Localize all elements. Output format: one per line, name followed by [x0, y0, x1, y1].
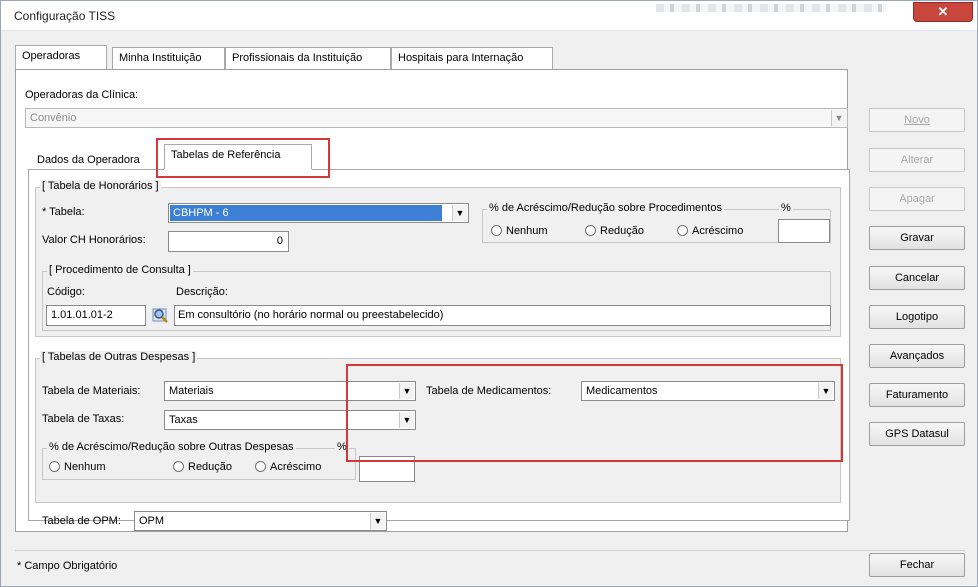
- valor-ch-input[interactable]: 0: [168, 231, 289, 252]
- apagar-button-label: Apagar: [899, 193, 935, 205]
- gps-datasul-button[interactable]: GPS Datasul: [869, 422, 965, 446]
- percent-outras-input[interactable]: [359, 456, 415, 482]
- fechar-button[interactable]: Fechar: [869, 553, 965, 577]
- medicamentos-value: Medicamentos: [586, 385, 658, 397]
- chevron-down-icon[interactable]: ▼: [831, 110, 846, 126]
- chevron-down-icon[interactable]: ▼: [370, 513, 385, 529]
- title-bar: Configuração TISS ✕: [1, 1, 977, 31]
- fechar-button-label: Fechar: [899, 559, 935, 571]
- operadoras-select[interactable]: Convênio ▼: [25, 108, 848, 128]
- codigo-label: Código:: [47, 286, 85, 298]
- window-title: Configuração TISS: [14, 9, 116, 23]
- radio-icon: [255, 461, 266, 472]
- percent-procedimentos-input[interactable]: [778, 219, 830, 243]
- radio-nenhum[interactable]: Nenhum: [491, 225, 548, 237]
- tabela-honorarios-select[interactable]: CBHPM - 6 ▼: [168, 203, 469, 223]
- tabela-label: * Tabela:: [42, 206, 85, 218]
- radio-outras-nenhum-label: Nenhum: [64, 461, 106, 473]
- tab-hospitais[interactable]: Hospitais para Internação: [391, 47, 553, 69]
- radio-icon: [677, 225, 688, 236]
- medicamentos-label: Tabela de Medicamentos:: [426, 385, 552, 397]
- radio-acrescimo-label: Acréscimo: [692, 225, 744, 237]
- avancados-button[interactable]: Avançados: [869, 344, 965, 368]
- radio-outras-reducao-label: Redução: [188, 461, 233, 473]
- tab-operadoras[interactable]: Operadoras: [15, 45, 107, 70]
- apagar-button[interactable]: Apagar: [869, 187, 965, 211]
- taxas-label: Tabela de Taxas:: [42, 413, 125, 425]
- status-bar: [15, 550, 965, 580]
- radio-nenhum-label: Nenhum: [506, 225, 548, 237]
- descricao-label: Descrição:: [176, 286, 228, 298]
- sub-panel-top-border-right: [312, 169, 850, 170]
- materiais-select[interactable]: Materiais ▼: [164, 381, 416, 401]
- novo-button[interactable]: Novo: [869, 108, 965, 132]
- radio-outras-acrescimo-label: Acréscimo: [270, 461, 322, 473]
- background-window-strip: [656, 4, 886, 12]
- percent-outras-symbol: %: [335, 441, 349, 453]
- operadoras-label: Operadoras da Clínica:: [25, 89, 139, 101]
- faturamento-button[interactable]: Faturamento: [869, 383, 965, 407]
- novo-button-label: Novo: [904, 114, 930, 126]
- operadoras-select-value: Convênio: [30, 112, 77, 124]
- radio-icon: [173, 461, 184, 472]
- logotipo-button[interactable]: Logotipo: [869, 305, 965, 329]
- gps-datasul-button-label: GPS Datasul: [885, 428, 949, 440]
- alterar-button-label: Alterar: [900, 154, 934, 166]
- chevron-down-icon[interactable]: ▼: [399, 412, 414, 428]
- chevron-down-icon[interactable]: ▼: [399, 383, 414, 399]
- config-window: Configuração TISS ✕ Operadoras Minha Ins…: [0, 0, 978, 587]
- descricao-input[interactable]: Em consultório (no horário normal ou pre…: [174, 305, 831, 326]
- percent-procedimentos-symbol: %: [779, 202, 793, 214]
- radio-icon: [49, 461, 60, 472]
- tab-profissionais[interactable]: Profissionais da Instituição: [225, 47, 391, 69]
- avancados-button-label: Avançados: [889, 350, 945, 362]
- outras-despesas-group: [ Tabelas de Outras Despesas ]: [35, 351, 841, 503]
- cancelar-button[interactable]: Cancelar: [869, 266, 965, 290]
- logotipo-button-label: Logotipo: [895, 311, 939, 323]
- radio-reducao-label: Redução: [600, 225, 645, 237]
- valor-ch-label: Valor CH Honorários:: [42, 234, 146, 246]
- alterar-button[interactable]: Alterar: [869, 148, 965, 172]
- radio-outras-nenhum[interactable]: Nenhum: [49, 461, 106, 473]
- percent-procedimentos-title: % de Acréscimo/Redução sobre Procediment…: [487, 202, 724, 214]
- percent-outras-title: % de Acréscimo/Redução sobre Outras Desp…: [47, 441, 296, 453]
- radio-outras-reducao[interactable]: Redução: [173, 461, 232, 473]
- valor-ch-value: 0: [276, 235, 283, 247]
- opm-select[interactable]: OPM ▼: [134, 511, 387, 531]
- consulta-group-title: [ Procedimento de Consulta ]: [47, 264, 193, 276]
- medicamentos-select[interactable]: Medicamentos ▼: [581, 381, 835, 401]
- opm-value: OPM: [139, 515, 165, 527]
- sub-panel-top-border-left: [28, 169, 164, 170]
- tabela-honorarios-value: CBHPM - 6: [170, 205, 442, 221]
- codigo-value: 1.01.01.01-2: [51, 309, 113, 321]
- radio-icon: [491, 225, 502, 236]
- gravar-button[interactable]: Gravar: [869, 226, 965, 250]
- opm-label: Tabela de OPM:: [42, 515, 121, 527]
- faturamento-button-label: Faturamento: [885, 389, 949, 401]
- chevron-down-icon[interactable]: ▼: [452, 205, 467, 221]
- materiais-value: Materiais: [169, 385, 214, 397]
- tab-tabelas-referencia[interactable]: Tabelas de Referência: [164, 144, 312, 171]
- honorarios-group-title: [ Tabela de Honorários ]: [40, 180, 161, 192]
- radio-acrescimo[interactable]: Acréscimo: [677, 225, 743, 237]
- taxas-select[interactable]: Taxas ▼: [164, 410, 416, 430]
- radio-icon: [585, 225, 596, 236]
- cancelar-button-label: Cancelar: [894, 272, 940, 284]
- close-window-button[interactable]: ✕: [913, 2, 973, 22]
- tab-minha-instituicao[interactable]: Minha Instituição: [112, 47, 225, 69]
- materiais-label: Tabela de Materiais:: [42, 385, 141, 397]
- descricao-value: Em consultório (no horário normal ou pre…: [178, 309, 444, 321]
- codigo-input[interactable]: 1.01.01.01-2: [46, 305, 146, 326]
- gravar-button-label: Gravar: [900, 232, 934, 244]
- radio-reducao[interactable]: Redução: [585, 225, 644, 237]
- search-icon[interactable]: [151, 306, 169, 324]
- radio-outras-acrescimo[interactable]: Acréscimo: [255, 461, 321, 473]
- taxas-value: Taxas: [169, 414, 198, 426]
- chevron-down-icon[interactable]: ▼: [818, 383, 833, 399]
- outras-despesas-group-title: [ Tabelas de Outras Despesas ]: [40, 351, 198, 363]
- required-note: * Campo Obrigatório: [17, 560, 118, 572]
